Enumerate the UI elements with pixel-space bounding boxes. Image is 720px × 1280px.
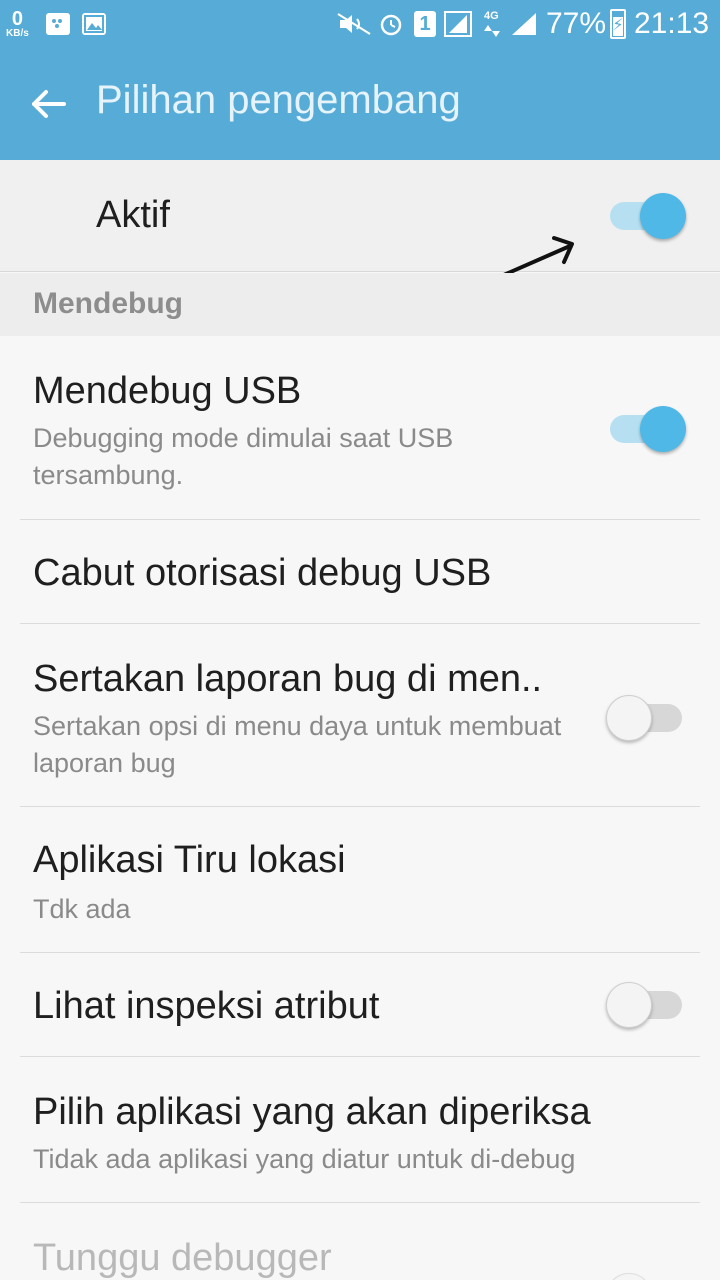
list-item-title: Pilih aplikasi yang akan diperiksa bbox=[33, 1091, 591, 1133]
mute-icon bbox=[336, 12, 372, 41]
list-item-view-attribute-inspection[interactable]: Lihat inspeksi atribut bbox=[0, 953, 720, 1057]
wait-for-debugger-toggle bbox=[606, 1273, 686, 1280]
network-speed-unit: KB/s bbox=[6, 28, 29, 39]
data-arrows-icon bbox=[484, 24, 502, 42]
master-switch-label: Aktif bbox=[96, 194, 170, 236]
network-speed: 0 KB/s bbox=[6, 0, 29, 48]
back-arrow-icon[interactable] bbox=[24, 80, 72, 128]
status-bar: 0 KB/s 1 4G 77% ⚡ 21:13 bbox=[0, 0, 720, 48]
app-bar: Pilihan pengembang bbox=[0, 48, 720, 160]
list-item-subtitle: Tidak ada aplikasi yang diatur untuk di-… bbox=[33, 1144, 576, 1174]
bbm-icon bbox=[46, 13, 70, 35]
alarm-icon bbox=[378, 11, 404, 42]
section-title: Mendebug bbox=[33, 287, 183, 320]
list-item-title: Tunggu debugger bbox=[33, 1237, 332, 1279]
usb-debugging-toggle[interactable] bbox=[606, 406, 686, 452]
list-item-title: Sertakan laporan bug di men.. bbox=[33, 658, 543, 700]
clock: 21:13 bbox=[634, 7, 710, 40]
master-switch-row[interactable]: Aktif bbox=[0, 160, 720, 272]
master-switch-toggle[interactable] bbox=[606, 193, 686, 239]
network-type: 4G bbox=[484, 10, 499, 22]
network-speed-value: 0 bbox=[11, 8, 23, 30]
list-item-title: Lihat inspeksi atribut bbox=[33, 985, 380, 1027]
list-item-title: Mendebug USB bbox=[33, 370, 302, 412]
list-item-wait-for-debugger: Tunggu debugger bbox=[0, 1203, 720, 1280]
section-header: Mendebug bbox=[0, 273, 720, 336]
sim-icon: 1 bbox=[414, 11, 436, 37]
list-item-revoke-usb-auth[interactable]: Cabut otorisasi debug USB bbox=[0, 520, 720, 624]
signal-icon bbox=[444, 11, 472, 42]
gallery-icon bbox=[82, 13, 106, 35]
attribute-inspection-toggle[interactable] bbox=[606, 982, 686, 1028]
list-item-title: Cabut otorisasi debug USB bbox=[33, 552, 492, 594]
list-item-subtitle: Debugging mode dimulai saat USB tersambu… bbox=[33, 423, 454, 490]
battery-icon: ⚡ bbox=[610, 9, 626, 39]
battery-percent: 77% bbox=[546, 7, 607, 40]
bug-report-toggle[interactable] bbox=[606, 695, 686, 741]
list-item-subtitle: Sertakan opsi di menu daya untuk membuat… bbox=[33, 711, 562, 778]
list-item-usb-debugging[interactable]: Mendebug USB Debugging mode dimulai saat… bbox=[0, 336, 720, 520]
list-item-bug-report[interactable]: Sertakan laporan bug di men.. Sertakan o… bbox=[0, 624, 720, 807]
list-item-mock-location-app[interactable]: Aplikasi Tiru lokasi Tdk ada bbox=[0, 807, 720, 953]
list-item-select-debug-app[interactable]: Pilih aplikasi yang akan diperiksa Tidak… bbox=[0, 1057, 720, 1203]
list-item-title: Aplikasi Tiru lokasi bbox=[33, 839, 346, 881]
list-item-subtitle: Tdk ada bbox=[33, 894, 131, 924]
page-title: Pilihan pengembang bbox=[96, 78, 461, 122]
signal-strength-icon bbox=[510, 11, 538, 42]
